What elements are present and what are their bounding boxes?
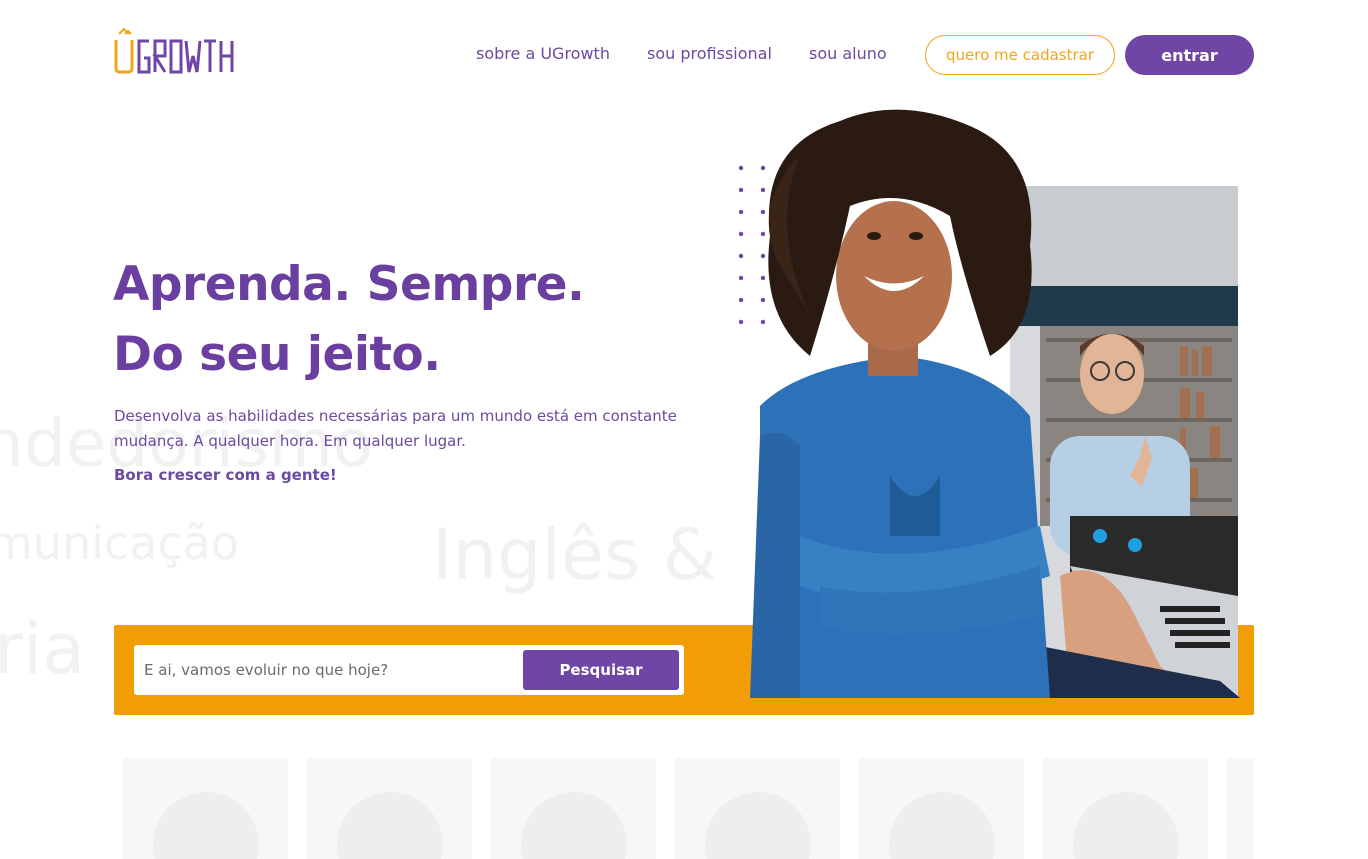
page: ndedorismo municação Inglês & ria sobre … xyxy=(0,0,1368,859)
nav-sou-profissional[interactable]: sou profissional xyxy=(647,44,772,63)
hero-title-line-1: Aprenda. Sempre. xyxy=(113,257,585,312)
hero-title-line-2: Do seu jeito. xyxy=(113,327,441,382)
hero-description: Desenvolva as habilidades necessárias pa… xyxy=(114,407,677,450)
card-image-placeholder xyxy=(521,792,627,859)
card-image-placeholder xyxy=(889,792,995,859)
site-header: sobre a UGrowth sou profissional sou alu… xyxy=(0,0,1368,108)
category-card[interactable] xyxy=(1227,758,1254,859)
search-button[interactable]: Pesquisar xyxy=(523,650,679,690)
category-card[interactable] xyxy=(1043,758,1208,859)
hero-title: Aprenda. Sempre. Do seu jeito. xyxy=(113,250,585,390)
nav-sou-aluno[interactable]: sou aluno xyxy=(809,44,887,63)
card-image-placeholder xyxy=(1073,792,1179,859)
hero-cta-text: Bora crescer com a gente! xyxy=(114,466,337,484)
background-word: Inglês & xyxy=(432,514,718,596)
card-image-placeholder xyxy=(337,792,443,859)
background-word: ria xyxy=(0,608,86,690)
category-card[interactable] xyxy=(675,758,840,859)
hero-photo xyxy=(750,109,1240,698)
ugrowth-logo-mark xyxy=(114,27,234,74)
search-input[interactable] xyxy=(144,645,514,695)
background-word: municação xyxy=(0,516,240,570)
category-cards xyxy=(123,758,1254,859)
signup-button[interactable]: quero me cadastrar xyxy=(925,35,1115,75)
login-button[interactable]: entrar xyxy=(1125,35,1254,75)
card-image-placeholder xyxy=(705,792,811,859)
category-card[interactable] xyxy=(859,758,1024,859)
category-card[interactable] xyxy=(307,758,472,859)
category-card[interactable] xyxy=(491,758,656,859)
category-card[interactable] xyxy=(123,758,288,859)
search-box: Pesquisar xyxy=(134,645,684,695)
nav-sobre-ugrowth[interactable]: sobre a UGrowth xyxy=(476,44,610,63)
card-image-placeholder xyxy=(153,792,259,859)
ugrowth-logo[interactable] xyxy=(114,27,248,74)
